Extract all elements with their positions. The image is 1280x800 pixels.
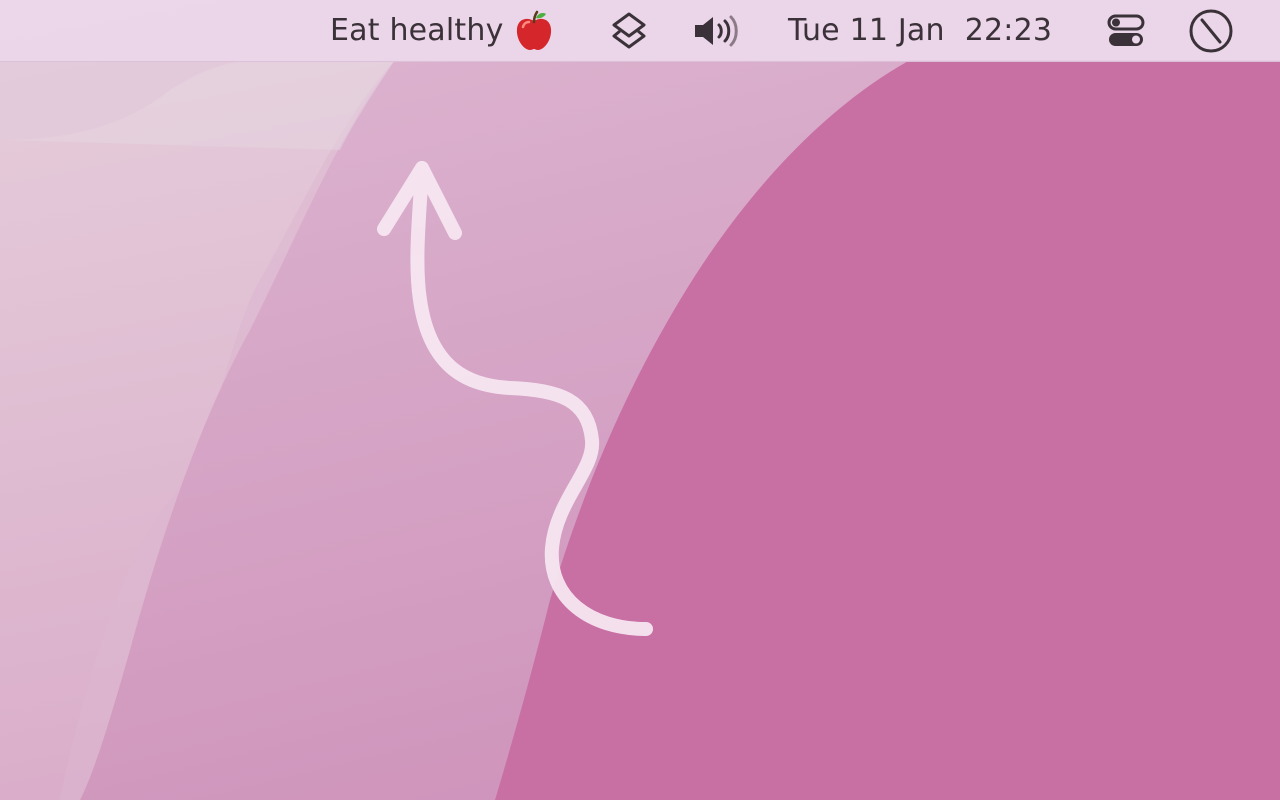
reminder-menu-item[interactable]: Eat healthy (330, 0, 560, 61)
shortcuts-layers-icon[interactable] (606, 0, 652, 61)
clock-date: Tue 11 Jan (788, 13, 945, 48)
reminder-text: Eat healthy (330, 13, 504, 48)
circle-slash-icon[interactable] (1186, 0, 1236, 61)
menubar-clock[interactable]: Tue 11 Jan 22:23 (788, 0, 1063, 61)
curvy-up-arrow-icon (377, 161, 653, 636)
red-apple-icon (514, 10, 554, 52)
control-center-toggles-icon[interactable] (1102, 0, 1150, 61)
clock-time: 22:23 (964, 13, 1053, 48)
speaker-volume-icon[interactable] (690, 0, 746, 61)
menu-bar: Eat healthy Tue 11 Jan 22:23 (0, 0, 1280, 62)
